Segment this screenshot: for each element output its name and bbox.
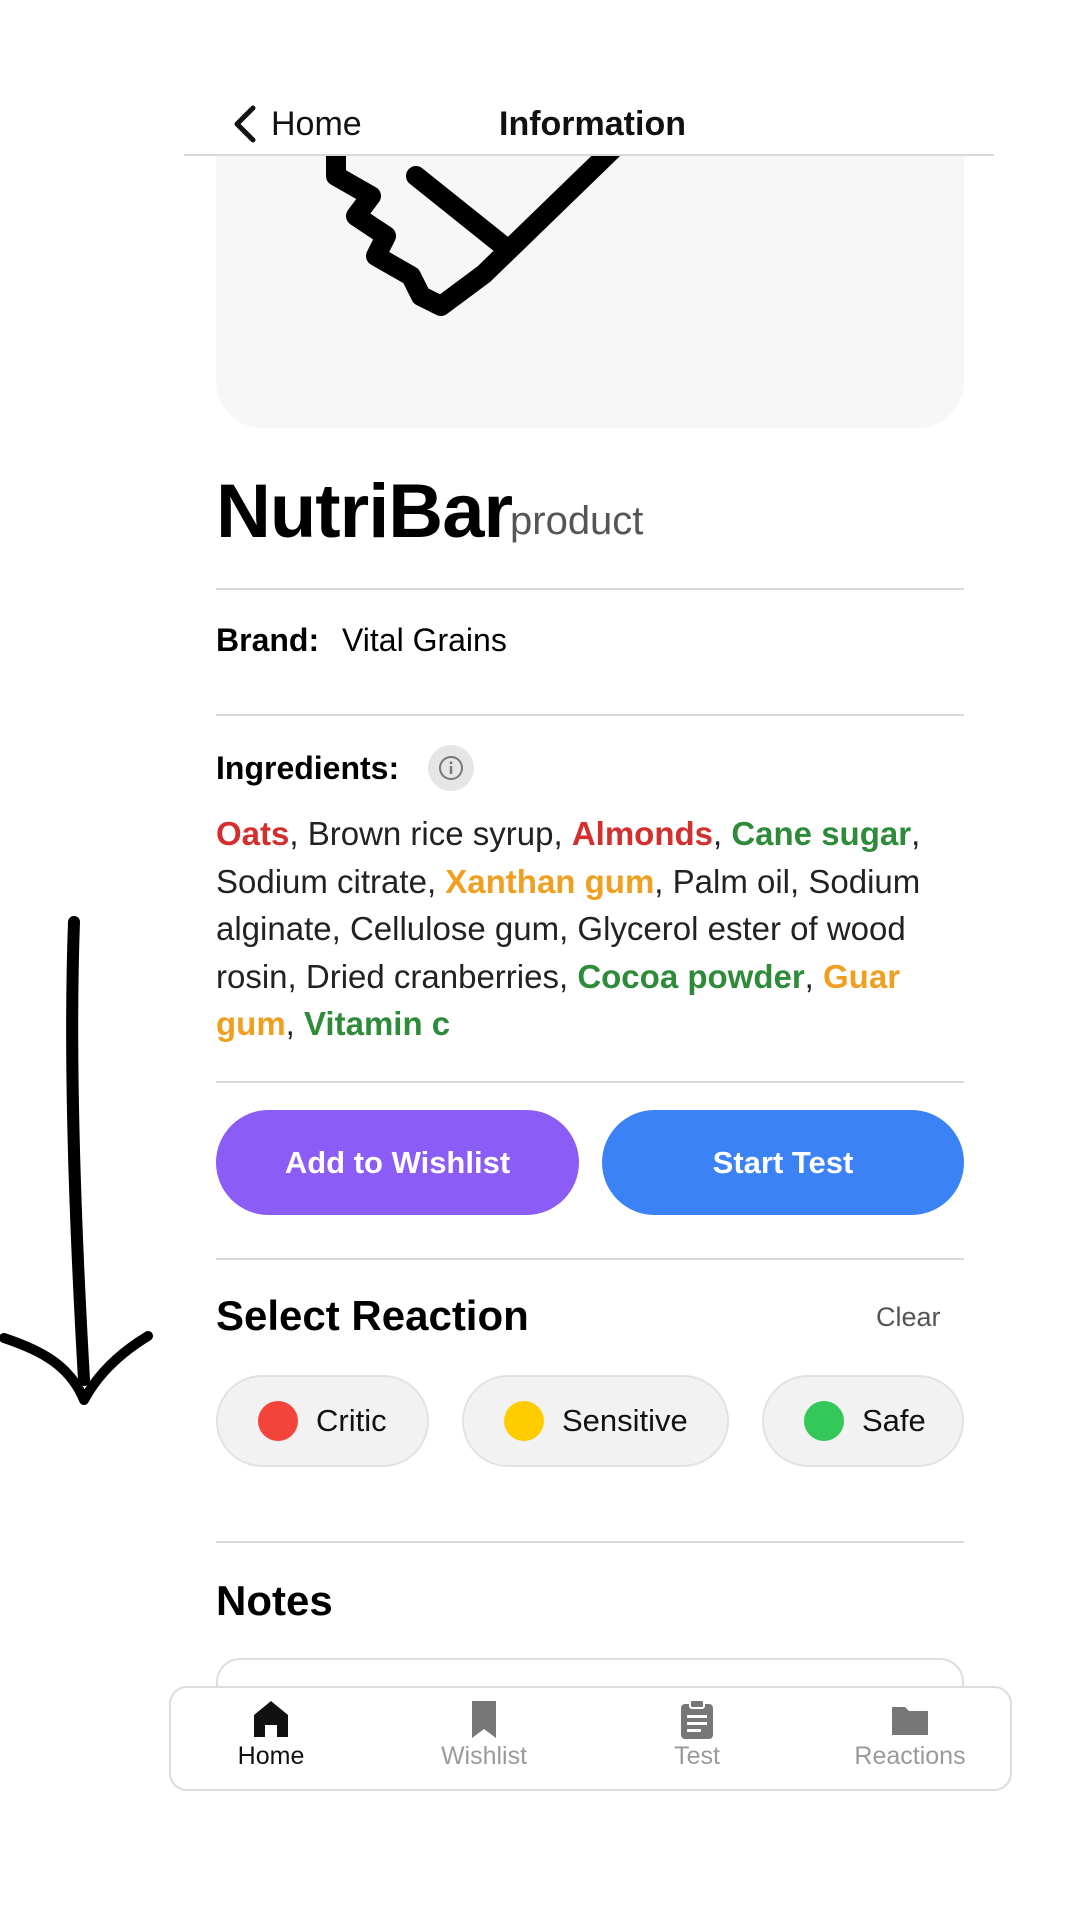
divider [216, 1541, 964, 1543]
divider [216, 1258, 964, 1260]
divider [216, 714, 964, 716]
ingredient: Brown rice syrup [307, 815, 554, 852]
bottom-nav: Home Wishlist Test Reactions [169, 1686, 1012, 1791]
brand-row: Brand: Vital Grains [216, 622, 507, 659]
product-image-card [216, 156, 964, 428]
ingredient: Cellulose gum [349, 910, 560, 947]
top-header: Home Information [184, 92, 994, 156]
ingredients-list: Oats, Brown rice syrup, Almonds, Cane su… [216, 815, 921, 1042]
add-to-wishlist-button[interactable]: Add to Wishlist [216, 1110, 579, 1215]
ingredient: Cane sugar [731, 815, 912, 852]
clear-button[interactable]: Clear [876, 1302, 941, 1333]
brand-value: Vital Grains [342, 622, 507, 658]
chip-label: Critic [316, 1403, 387, 1438]
divider [216, 1081, 964, 1083]
nav-label: Reactions [854, 1742, 966, 1770]
sensitive-dot [504, 1401, 544, 1441]
info-icon [439, 756, 463, 780]
nav-label: Home [237, 1742, 305, 1770]
brand-label: Brand: [216, 622, 320, 658]
chip-label: Safe [862, 1403, 926, 1438]
select-reaction-title: Select Reaction [216, 1292, 529, 1339]
ingredient: Sodium citrate [216, 862, 427, 900]
notes-title: Notes [216, 1577, 333, 1624]
reaction-safe-chip[interactable]: Safe [762, 1375, 964, 1467]
critic-dot [258, 1401, 298, 1441]
ingredient: Palm oil [672, 862, 791, 900]
chip-label: Sensitive [562, 1403, 688, 1438]
reaction-sensitive-chip[interactable]: Sensitive [462, 1375, 729, 1467]
back-label: Home [271, 104, 362, 143]
ingredient: Oats [216, 815, 290, 852]
divider [216, 588, 964, 590]
ingredient: Cocoa powder [577, 957, 805, 995]
chevron-left-icon [234, 105, 256, 143]
start-test-button[interactable]: Start Test [602, 1110, 964, 1215]
back-button[interactable]: Home [231, 92, 362, 156]
bookmark-icon [472, 1701, 496, 1738]
ingredient: Almonds [571, 815, 713, 852]
nav-test[interactable]: Test [597, 1698, 797, 1786]
info-button[interactable] [428, 745, 474, 791]
home-icon [254, 1701, 288, 1737]
nav-label: Test [674, 1742, 720, 1770]
ingredient: Dried cranberries [305, 957, 559, 995]
safe-dot [804, 1401, 844, 1441]
nav-label: Wishlist [440, 1742, 528, 1770]
ingredient: Xanthan gum [445, 862, 655, 900]
nav-home[interactable]: Home [171, 1698, 371, 1786]
nav-wishlist[interactable]: Wishlist [384, 1698, 584, 1786]
clipboard-icon [681, 1699, 713, 1739]
folder-icon [892, 1707, 928, 1735]
page-title: Information [499, 105, 686, 143]
nav-reactions[interactable]: Reactions [810, 1698, 1010, 1786]
ingredient: Vitamin c [304, 1005, 451, 1042]
snack-bar-illustration [326, 156, 621, 316]
reaction-critic-chip[interactable]: Critic [216, 1375, 429, 1467]
ingredients-label: Ingredients: [216, 750, 400, 786]
product-type: product [510, 499, 644, 543]
product-name: NutriBar [216, 469, 513, 554]
scroll-down-arrow-icon [0, 916, 153, 1405]
